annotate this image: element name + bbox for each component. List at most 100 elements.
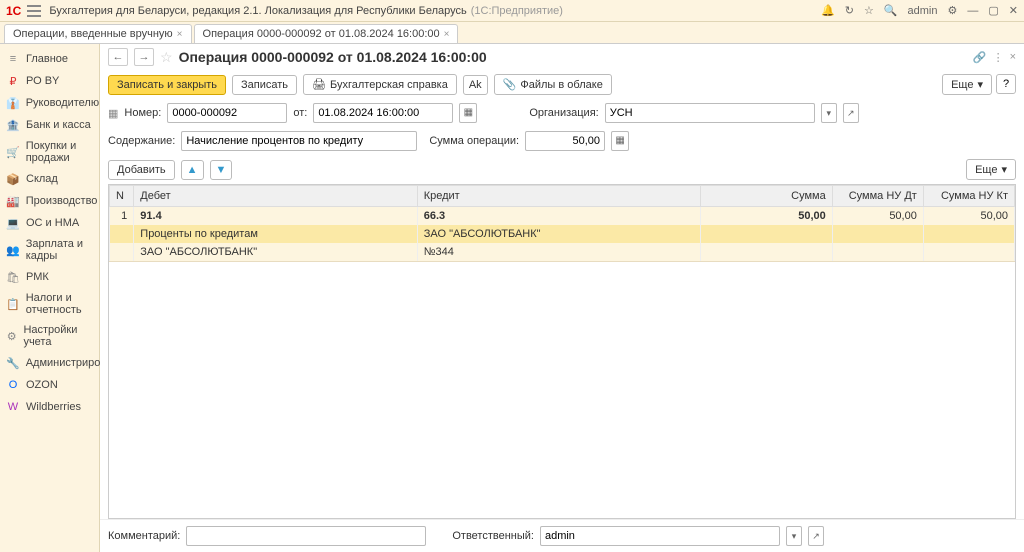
sidebar-item[interactable]: 🛒Покупки и продажи bbox=[0, 136, 99, 168]
save-close-button[interactable]: Записать и закрыть bbox=[108, 75, 226, 95]
link-icon[interactable]: 🔗 bbox=[973, 51, 987, 64]
date-field[interactable] bbox=[313, 103, 453, 123]
move-down-button[interactable]: ▼ bbox=[210, 160, 233, 180]
doc-type-icon[interactable]: ▦ bbox=[108, 107, 118, 120]
col-credit[interactable]: Кредит bbox=[417, 186, 700, 207]
sum-field[interactable] bbox=[525, 131, 605, 151]
content-field[interactable] bbox=[181, 131, 417, 151]
sidebar-item[interactable]: O OZON bbox=[0, 374, 99, 396]
app-logo: 1C bbox=[6, 4, 21, 18]
search-icon[interactable]: 🔍 bbox=[884, 4, 898, 17]
number-field[interactable] bbox=[167, 103, 287, 123]
table-row[interactable]: Проценты по кредитамЗАО "АБСОЛЮТБАНК" bbox=[110, 225, 1015, 243]
user-label: admin bbox=[908, 5, 938, 17]
nav-icon: ₽ bbox=[6, 74, 20, 88]
nav-label: Покупки и продажи bbox=[26, 140, 93, 164]
close-icon[interactable]: × bbox=[444, 29, 450, 40]
sidebar-item[interactable]: 🏭 Производство bbox=[0, 190, 99, 212]
resp-open-icon[interactable]: ↗ bbox=[808, 526, 824, 546]
sidebar-item[interactable]: ≡ Главное bbox=[0, 48, 99, 70]
nav-label: ОС и НМА bbox=[26, 217, 79, 229]
resp-field[interactable] bbox=[540, 526, 780, 546]
maximize-icon[interactable]: ▢ bbox=[988, 4, 998, 17]
sidebar-item[interactable]: W Wildberries bbox=[0, 396, 99, 418]
cloud-files-button[interactable]: 📎Файлы в облаке bbox=[494, 74, 612, 95]
favorite-icon[interactable]: ☆ bbox=[160, 49, 173, 66]
nav-label: Руководителю bbox=[26, 97, 99, 109]
nav-label: Производство bbox=[26, 195, 98, 207]
bell-icon[interactable]: 🔔 bbox=[821, 4, 835, 17]
col-sum[interactable]: Сумма bbox=[701, 186, 833, 207]
col-nuk[interactable]: Сумма НУ Кт bbox=[923, 186, 1014, 207]
star-icon[interactable]: ☆ bbox=[864, 4, 874, 17]
nav-label: OZON bbox=[26, 379, 58, 391]
help-button[interactable]: ? bbox=[996, 74, 1016, 94]
close-icon[interactable]: × bbox=[177, 29, 183, 40]
app-title: Бухгалтерия для Беларуси, редакция 2.1. … bbox=[49, 5, 821, 17]
nav-icon: 👔 bbox=[6, 96, 20, 110]
sidebar-item[interactable]: 💻 ОС и НМА bbox=[0, 212, 99, 234]
nav-icon: W bbox=[6, 400, 20, 414]
col-nud[interactable]: Сумма НУ Дт bbox=[832, 186, 923, 207]
nav-icon: 📦 bbox=[6, 172, 20, 186]
accounting-ref-button[interactable]: 🖨Бухгалтерская справка bbox=[303, 74, 457, 95]
menu-icon[interactable] bbox=[27, 5, 41, 17]
nav-icon: 👥 bbox=[6, 243, 20, 257]
history-icon[interactable]: ↻ bbox=[845, 4, 854, 17]
nav-label: Настройки учета bbox=[23, 324, 93, 348]
sidebar-item[interactable]: 🏦 Банк и касса bbox=[0, 114, 99, 136]
resp-dropdown-icon[interactable]: ▾ bbox=[786, 526, 802, 546]
nav-icon: 💻 bbox=[6, 216, 20, 230]
calendar-icon[interactable]: ▦ bbox=[459, 103, 477, 123]
dtkt-button[interactable]: Ak bbox=[463, 75, 488, 95]
table-more-button[interactable]: Еще ▾ bbox=[966, 159, 1016, 180]
back-button[interactable]: ← bbox=[108, 48, 128, 66]
save-button[interactable]: Записать bbox=[232, 75, 297, 95]
nav-label: Главное bbox=[26, 53, 68, 65]
calc-icon[interactable]: ▦ bbox=[611, 131, 629, 151]
minimize-icon[interactable]: — bbox=[967, 5, 978, 17]
table-row[interactable]: 191.466.350,0050,0050,00 bbox=[110, 207, 1015, 226]
nav-label: РО BY bbox=[26, 75, 59, 87]
nav-icon: O bbox=[6, 378, 20, 392]
resp-label: Ответственный: bbox=[452, 530, 534, 542]
sidebar-item[interactable]: 🛍РМК bbox=[0, 266, 99, 288]
more-button[interactable]: Еще ▾ bbox=[942, 74, 992, 95]
nav-label: РМК bbox=[26, 271, 49, 283]
sidebar-item[interactable]: 📦Склад bbox=[0, 168, 99, 190]
close-doc-icon[interactable]: × bbox=[1010, 51, 1016, 64]
comment-field[interactable] bbox=[186, 526, 426, 546]
settings-icon[interactable]: ⚙ bbox=[948, 4, 958, 17]
org-field[interactable] bbox=[605, 103, 815, 123]
nav-icon: 🔧 bbox=[6, 356, 20, 370]
from-label: от: bbox=[293, 107, 307, 119]
add-row-button[interactable]: Добавить bbox=[108, 160, 175, 180]
sidebar-item[interactable]: ₽ РО BY bbox=[0, 70, 99, 92]
nav-label: Wildberries bbox=[26, 401, 81, 413]
org-open-icon[interactable]: ↗ bbox=[843, 103, 859, 123]
nav-label: Зарплата и кадры bbox=[26, 238, 93, 262]
sidebar-item[interactable]: 📋 Налоги и отчетность bbox=[0, 288, 99, 320]
nav-icon: 📋 bbox=[6, 297, 20, 311]
nav-icon: 🏦 bbox=[6, 118, 20, 132]
sum-label: Сумма операции: bbox=[429, 135, 519, 147]
more-icon[interactable]: ⋮ bbox=[993, 51, 1004, 64]
forward-button[interactable]: → bbox=[134, 48, 154, 66]
close-icon[interactable]: ✕ bbox=[1009, 4, 1018, 17]
nav-icon: ≡ bbox=[6, 52, 20, 66]
nav-icon: 🏭 bbox=[6, 194, 20, 208]
col-n[interactable]: N bbox=[110, 186, 134, 207]
nav-label: Банк и касса bbox=[26, 119, 91, 131]
col-debit[interactable]: Дебет bbox=[134, 186, 417, 207]
org-dropdown-icon[interactable]: ▾ bbox=[821, 103, 837, 123]
table-row[interactable]: ЗАО "АБСОЛЮТБАНК"№344 bbox=[110, 243, 1015, 262]
sidebar-item[interactable]: 🔧Администрирование bbox=[0, 352, 99, 374]
sidebar-item[interactable]: ⚙Настройки учета bbox=[0, 320, 99, 352]
page-title: Операция 0000-000092 от 01.08.2024 16:00… bbox=[179, 49, 967, 65]
tab-operation-doc[interactable]: Операция 0000-000092 от 01.08.2024 16:00… bbox=[194, 24, 459, 43]
sidebar-item[interactable]: 👥 Зарплата и кадры bbox=[0, 234, 99, 266]
nav-label: Налоги и отчетность bbox=[26, 292, 93, 316]
move-up-button[interactable]: ▲ bbox=[181, 160, 204, 180]
tab-operations-list[interactable]: Операции, введенные вручную× bbox=[4, 24, 192, 43]
sidebar-item[interactable]: 👔 Руководителю bbox=[0, 92, 99, 114]
